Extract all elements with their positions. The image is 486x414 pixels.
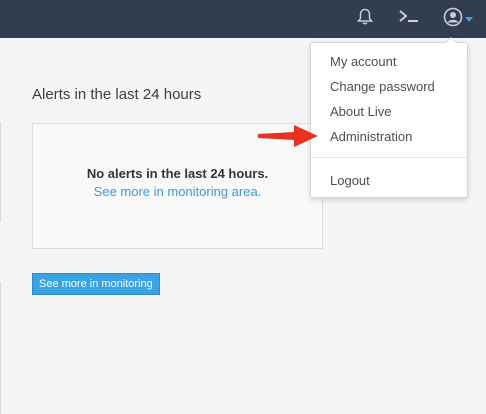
left-panel-edge <box>0 38 2 414</box>
alerts-section-title: Alerts in the last 24 hours <box>32 86 202 103</box>
no-alerts-message: No alerts in the last 24 hours. <box>86 166 269 181</box>
notifications-button[interactable] <box>354 8 376 31</box>
monitoring-area-link[interactable]: See more in monitoring area. <box>33 184 322 199</box>
menu-item-about-live[interactable]: About Live <box>330 104 391 119</box>
user-menu-toggle[interactable] <box>443 7 473 32</box>
user-icon <box>443 7 463 32</box>
annotation-arrow-icon <box>256 122 320 150</box>
user-dropdown-menu: My account Change password About Live Ad… <box>310 37 468 198</box>
bell-icon <box>356 8 374 31</box>
menu-item-administration[interactable]: Administration <box>330 129 412 144</box>
top-navbar <box>0 0 486 38</box>
menu-divider <box>311 157 467 158</box>
caret-down-icon <box>465 10 473 28</box>
see-more-monitoring-button[interactable]: See more in monitoring <box>32 273 160 295</box>
menu-item-logout[interactable]: Logout <box>330 173 370 188</box>
menu-item-my-account[interactable]: My account <box>330 54 396 69</box>
terminal-icon <box>398 9 420 30</box>
console-button[interactable] <box>398 9 420 29</box>
menu-item-change-password[interactable]: Change password <box>330 79 435 94</box>
